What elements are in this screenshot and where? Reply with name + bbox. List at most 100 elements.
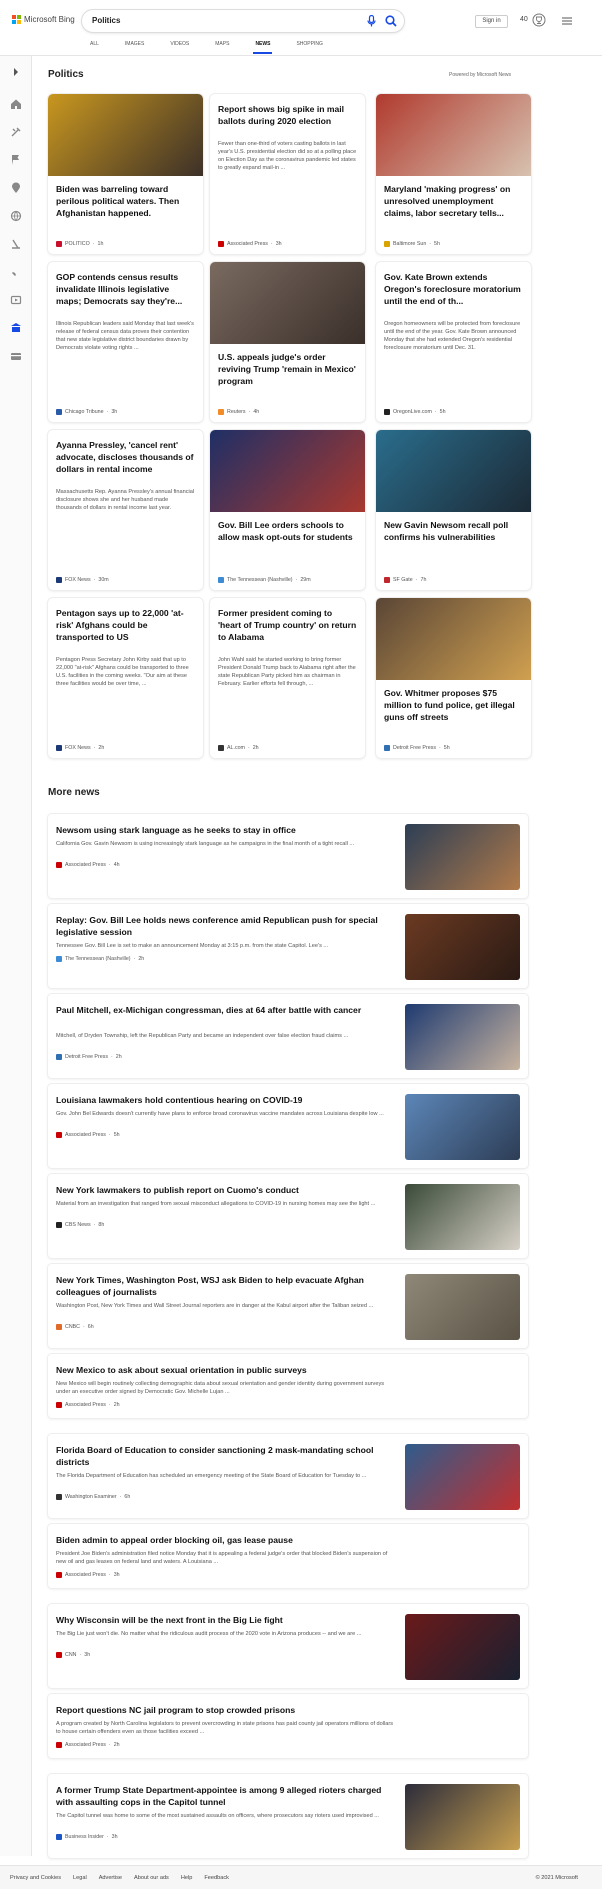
news-item-title[interactable]: Report questions NC jail program to stop… bbox=[56, 1704, 396, 1716]
finance-card-icon[interactable] bbox=[10, 350, 22, 362]
news-list-item[interactable]: A former Trump State Department-appointe… bbox=[48, 1774, 528, 1858]
news-card-image[interactable] bbox=[210, 262, 365, 344]
news-card[interactable]: GOP contends census results invalidate I… bbox=[48, 262, 203, 422]
news-card-title[interactable]: Ayanna Pressley, 'cancel rent' advocate,… bbox=[56, 439, 195, 475]
logo-text: Microsoft Bing bbox=[24, 15, 75, 24]
news-item-thumbnail[interactable] bbox=[405, 1184, 520, 1250]
news-card[interactable]: Former president coming to 'heart of Tru… bbox=[210, 598, 365, 758]
news-list-item[interactable]: Louisiana lawmakers hold contentious hea… bbox=[48, 1084, 528, 1168]
search-input[interactable]: Politics bbox=[92, 16, 120, 25]
news-list-item[interactable]: New York Times, Washington Post, WSJ ask… bbox=[48, 1264, 528, 1348]
news-list-item[interactable]: Newsom using stark language as he seeks … bbox=[48, 814, 528, 898]
news-card-title[interactable]: Pentagon says up to 22,000 'at-risk' Afg… bbox=[56, 607, 195, 643]
rewards-trophy-icon[interactable] bbox=[532, 13, 546, 27]
news-card-title[interactable]: Gov. Kate Brown extends Oregon's foreclo… bbox=[384, 271, 523, 307]
news-item-thumbnail[interactable] bbox=[405, 1094, 520, 1160]
news-card-title[interactable]: Gov. Bill Lee orders schools to allow ma… bbox=[218, 519, 357, 543]
footer-link-legal[interactable]: Legal bbox=[73, 1875, 87, 1881]
news-card[interactable]: Ayanna Pressley, 'cancel rent' advocate,… bbox=[48, 430, 203, 590]
news-card[interactable]: Pentagon says up to 22,000 'at-risk' Afg… bbox=[48, 598, 203, 758]
news-list-item[interactable]: Paul Mitchell, ex-Michigan congressman, … bbox=[48, 994, 528, 1078]
search-box[interactable]: Politics bbox=[82, 10, 404, 32]
rocket-icon[interactable] bbox=[10, 266, 22, 278]
news-card[interactable]: Maryland 'making progress' on unresolved… bbox=[376, 94, 531, 254]
news-card-title[interactable]: GOP contends census results invalidate I… bbox=[56, 271, 195, 307]
globe-icon[interactable] bbox=[10, 210, 22, 222]
tab-videos[interactable]: VIDEOS bbox=[170, 41, 189, 47]
news-card-title[interactable]: U.S. appeals judge's order reviving Trum… bbox=[218, 351, 357, 387]
tab-news[interactable]: NEWS bbox=[253, 41, 273, 54]
news-card-title[interactable]: New Gavin Newsom recall poll confirms hi… bbox=[384, 519, 523, 543]
media-icon[interactable] bbox=[10, 294, 22, 306]
footer-link-about-ads[interactable]: About our ads bbox=[134, 1875, 169, 1881]
news-card[interactable]: Gov. Kate Brown extends Oregon's foreclo… bbox=[376, 262, 531, 422]
scales-icon[interactable] bbox=[10, 238, 22, 250]
footer-link-privacy[interactable]: Privacy and Cookies bbox=[10, 1875, 61, 1881]
home-icon[interactable] bbox=[10, 98, 22, 110]
news-list-item[interactable]: New Mexico to ask about sexual orientati… bbox=[48, 1354, 528, 1418]
news-card[interactable]: Gov. Bill Lee orders schools to allow ma… bbox=[210, 430, 365, 590]
news-item-title[interactable]: New York lawmakers to publish report on … bbox=[56, 1184, 396, 1196]
publisher-logo-icon bbox=[384, 409, 390, 415]
news-item-title[interactable]: Louisiana lawmakers hold contentious hea… bbox=[56, 1094, 396, 1106]
flag-icon[interactable] bbox=[10, 154, 22, 166]
news-card-image[interactable] bbox=[376, 94, 531, 176]
location-pin-icon[interactable] bbox=[10, 182, 22, 194]
microphone-icon[interactable] bbox=[367, 15, 376, 27]
sign-in-button[interactable]: Sign in bbox=[475, 15, 508, 28]
rewards-points[interactable]: 40 bbox=[520, 16, 528, 23]
news-list-item[interactable]: Florida Board of Education to consider s… bbox=[48, 1434, 528, 1518]
footer-link-advertise[interactable]: Advertise bbox=[99, 1875, 122, 1881]
news-card-image[interactable] bbox=[376, 598, 531, 680]
news-card-image[interactable] bbox=[376, 430, 531, 512]
news-list-item[interactable]: Report questions NC jail program to stop… bbox=[48, 1694, 528, 1758]
tab-images[interactable]: IMAGES bbox=[125, 41, 144, 47]
tab-shopping[interactable]: SHOPPING bbox=[296, 41, 322, 47]
government-icon[interactable] bbox=[10, 322, 22, 334]
news-card-image[interactable] bbox=[48, 94, 203, 176]
news-item-thumbnail[interactable] bbox=[405, 1274, 520, 1340]
news-card-image[interactable] bbox=[210, 430, 365, 512]
news-card-title[interactable]: Former president coming to 'heart of Tru… bbox=[218, 607, 357, 643]
footer-link-help[interactable]: Help bbox=[181, 1875, 193, 1881]
news-item-thumbnail[interactable] bbox=[405, 1004, 520, 1070]
news-card-source: OregonLive.com · 5h bbox=[384, 409, 446, 415]
news-item-title[interactable]: New Mexico to ask about sexual orientati… bbox=[56, 1364, 396, 1376]
news-list-item[interactable]: New York lawmakers to publish report on … bbox=[48, 1174, 528, 1258]
news-item-title[interactable]: Newsom using stark language as he seeks … bbox=[56, 824, 396, 836]
news-list-item[interactable]: Replay: Gov. Bill Lee holds news confere… bbox=[48, 904, 528, 988]
footer-link-feedback[interactable]: Feedback bbox=[204, 1875, 229, 1881]
published-age: 7h bbox=[420, 577, 427, 583]
news-item-title[interactable]: Replay: Gov. Bill Lee holds news confere… bbox=[56, 914, 396, 938]
tools-icon[interactable] bbox=[10, 126, 22, 138]
search-icon[interactable] bbox=[385, 15, 397, 27]
news-card[interactable]: Biden was barreling toward perilous poli… bbox=[48, 94, 203, 254]
news-item-thumbnail[interactable] bbox=[405, 824, 520, 890]
news-card[interactable]: New Gavin Newsom recall poll confirms hi… bbox=[376, 430, 531, 590]
news-item-title[interactable]: Paul Mitchell, ex-Michigan congressman, … bbox=[56, 1004, 396, 1016]
publisher-name: Associated Press bbox=[65, 1132, 106, 1138]
news-item-title[interactable]: Why Wisconsin will be the next front in … bbox=[56, 1614, 396, 1626]
news-item-title[interactable]: New York Times, Washington Post, WSJ ask… bbox=[56, 1274, 396, 1298]
news-item-title[interactable]: A former Trump State Department-appointe… bbox=[56, 1784, 396, 1808]
news-card[interactable]: Gov. Whitmer proposes $75 million to fun… bbox=[376, 598, 531, 758]
news-item-title[interactable]: Florida Board of Education to consider s… bbox=[56, 1444, 396, 1468]
bing-logo[interactable]: Microsoft Bing bbox=[12, 15, 75, 24]
tab-maps[interactable]: MAPS bbox=[215, 41, 229, 47]
news-item-thumbnail[interactable] bbox=[405, 1784, 520, 1850]
menu-icon[interactable] bbox=[562, 17, 572, 25]
news-card[interactable]: Report shows big spike in mail ballots d… bbox=[210, 94, 365, 254]
news-list-item[interactable]: Why Wisconsin will be the next front in … bbox=[48, 1604, 528, 1688]
news-item-thumbnail[interactable] bbox=[405, 1444, 520, 1510]
news-item-title[interactable]: Biden admin to appeal order blocking oil… bbox=[56, 1534, 396, 1546]
news-item-thumbnail[interactable] bbox=[405, 914, 520, 980]
news-card-title[interactable]: Gov. Whitmer proposes $75 million to fun… bbox=[384, 687, 523, 723]
news-list-item[interactable]: Biden admin to appeal order blocking oil… bbox=[48, 1524, 528, 1588]
tab-all[interactable]: ALL bbox=[90, 41, 99, 47]
news-card-title[interactable]: Biden was barreling toward perilous poli… bbox=[56, 183, 195, 219]
news-card-title[interactable]: Report shows big spike in mail ballots d… bbox=[218, 103, 357, 127]
expand-chevron-icon[interactable] bbox=[10, 66, 22, 78]
news-card[interactable]: U.S. appeals judge's order reviving Trum… bbox=[210, 262, 365, 422]
news-card-title[interactable]: Maryland 'making progress' on unresolved… bbox=[384, 183, 523, 219]
news-item-thumbnail[interactable] bbox=[405, 1614, 520, 1680]
